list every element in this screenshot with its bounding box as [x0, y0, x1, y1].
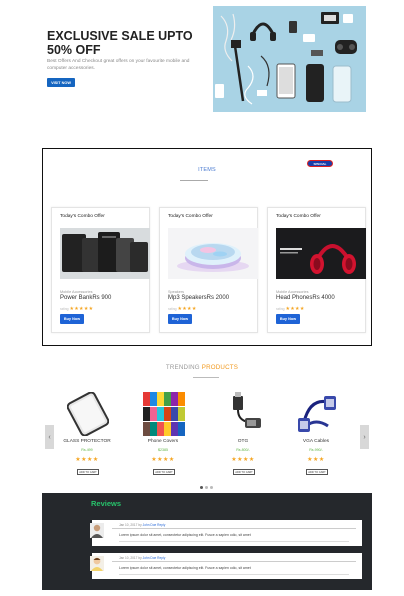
card-product-name[interactable]: Mp3 SpeakersRs 2000	[168, 295, 229, 301]
combo-card: Today's Combo Offer Mobile Accessories P…	[51, 207, 150, 333]
speaker-image[interactable]	[168, 228, 258, 279]
combo-card: Today's Combo Offer Speakers Mp3 Speaker…	[159, 207, 258, 333]
phone-covers-image[interactable]	[143, 392, 185, 436]
product-stars: ★★★★	[151, 457, 175, 463]
otg-image[interactable]	[223, 392, 265, 436]
review-date: Jan 10, 2017	[119, 556, 138, 560]
product-price: Rs.800/-	[236, 448, 250, 452]
card-heading: Today's Combo Offer	[276, 214, 321, 219]
review-meta: Jan 10, 2017 by John Doe Reply	[119, 556, 165, 560]
product-price: $2385	[158, 448, 168, 452]
card-product-name[interactable]: Head PhonesRs 4000	[276, 295, 335, 301]
add-to-cart-button[interactable]: ADD TO CART	[77, 469, 99, 475]
card-category: Mobile Accessories	[60, 290, 93, 294]
hero-subtitle: Best Offers And Checkout great offers on…	[47, 59, 190, 71]
review-author-prefix: by	[138, 556, 142, 560]
card-heading: Today's Combo Offer	[168, 214, 213, 219]
items-heading: ITEMS	[198, 167, 216, 173]
trending-title-plain: TRENDING	[165, 364, 202, 371]
product-stars: ★★★	[307, 457, 325, 463]
card-product-name[interactable]: Power BankRs 900	[60, 295, 111, 301]
add-to-cart-button[interactable]: ADD TO CART	[233, 469, 255, 475]
buy-now-button[interactable]: Buy Now	[168, 314, 192, 324]
review-divider	[112, 561, 356, 562]
card-category: Mobile Accessories	[276, 290, 309, 294]
carousel-dot[interactable]	[200, 486, 203, 489]
card-rating: rating★★★★★	[60, 306, 93, 312]
hero-title: EXCLUSIVE SALE UPTO 50% OFF	[47, 29, 193, 57]
review-separator	[119, 541, 349, 542]
add-to-cart-button[interactable]: ADD TO CART	[153, 469, 175, 475]
card-rating: rating★★★★	[276, 306, 305, 312]
carousel-dots	[200, 486, 213, 489]
product-name[interactable]: OTG	[213, 439, 273, 444]
review-comments-link[interactable]: Reply	[157, 556, 165, 560]
reviews-section: Reviews Jan 10, 2017 by John Doe Reply L…	[42, 493, 372, 590]
product-price: Rs.990/-	[309, 448, 323, 452]
reviewer-avatar	[90, 523, 104, 538]
trending-title-accent: PRODUCTS	[201, 364, 239, 371]
rating-stars: ★★★★★	[69, 306, 94, 312]
rating-label: rating	[60, 307, 69, 311]
review-separator	[119, 574, 349, 575]
product-stars: ★★★★	[231, 457, 255, 463]
headphones-image[interactable]	[276, 228, 366, 279]
product-name[interactable]: VGA Cables	[286, 439, 346, 444]
hero-image	[213, 6, 366, 112]
rating-stars: ★★★★	[177, 306, 197, 312]
review-author-link[interactable]: John Doe	[143, 556, 157, 560]
card-category: Speakers	[168, 290, 185, 294]
reviews-title: Reviews	[91, 499, 122, 508]
buy-now-button[interactable]: Buy Now	[60, 314, 84, 324]
review-text: Lorem ipsum dolor sit amet, consectetur …	[119, 566, 251, 570]
review-divider	[112, 528, 356, 529]
review-date: Jan 10, 2017	[119, 523, 138, 527]
review-comments-link[interactable]: Reply	[157, 523, 165, 527]
review-author-prefix: by	[138, 523, 142, 527]
items-heading-underline	[180, 180, 208, 181]
combo-card: Today's Combo Offer Mobile Accessories H…	[267, 207, 366, 333]
product-stars: ★★★★	[75, 457, 99, 463]
power-bank-image[interactable]	[60, 228, 150, 279]
add-to-cart-button[interactable]: ADD TO CART	[306, 469, 328, 475]
trending-underline	[193, 377, 219, 378]
buy-now-button[interactable]: Buy Now	[276, 314, 300, 324]
carousel-prev-button[interactable]: ‹	[45, 425, 54, 449]
product-price: Rs.499	[81, 448, 93, 452]
carousel-dot[interactable]	[210, 486, 213, 489]
review-meta: Jan 10, 2017 by John Doe Reply	[119, 523, 165, 527]
glass-protector-image[interactable]	[66, 391, 110, 437]
card-heading: Today's Combo Offer	[60, 214, 105, 219]
items-panel: ITEMS SPECIAL Today's Combo Offer Mobile…	[42, 148, 372, 346]
review-item: Jan 10, 2017 by John Doe Reply Lorem ips…	[90, 520, 362, 546]
vga-cable-image[interactable]	[296, 392, 338, 436]
rating-label: rating	[168, 307, 177, 311]
review-author-link[interactable]: John Doe	[143, 523, 157, 527]
rating-stars: ★★★★	[285, 306, 305, 312]
card-rating: rating★★★★	[168, 306, 197, 312]
visit-now-button[interactable]: VISIT NOW	[47, 78, 75, 87]
trending-title: TRENDING PRODUCTS	[140, 364, 264, 371]
review-item: Jan 10, 2017 by John Doe Reply Lorem ips…	[90, 553, 362, 579]
product-name[interactable]: Phone Covers	[133, 439, 193, 444]
carousel-dot[interactable]	[205, 486, 208, 489]
rating-label: rating	[276, 307, 285, 311]
reviewer-avatar	[90, 556, 104, 571]
carousel-next-button[interactable]: ›	[360, 425, 369, 449]
special-badge: SPECIAL	[307, 160, 333, 167]
product-name[interactable]: GLASS PROTECTOR	[57, 439, 117, 444]
review-text: Lorem ipsum dolor sit amet, consectetur …	[119, 533, 251, 537]
